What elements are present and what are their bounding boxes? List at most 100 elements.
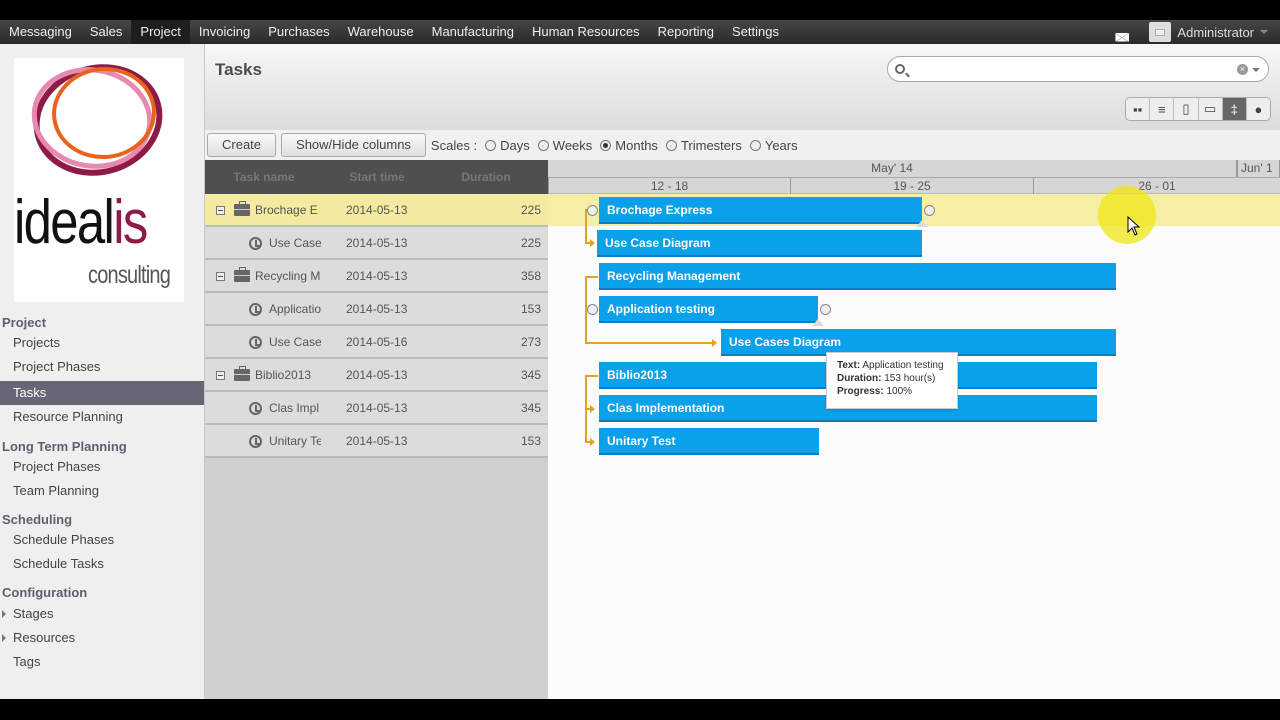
gantt-view-button[interactable]: ‡ — [1222, 98, 1247, 120]
gantt-bar[interactable]: Use Case Diagram — [597, 230, 922, 257]
link-arrow-icon — [590, 239, 595, 247]
collapse-icon[interactable] — [216, 272, 225, 281]
scale-months-radio[interactable]: Months — [600, 138, 658, 153]
dependency-link[interactable] — [585, 409, 594, 443]
mail-icon[interactable] — [1115, 32, 1130, 42]
search-box[interactable]: × — [887, 56, 1269, 82]
menu-settings[interactable]: Settings — [723, 20, 788, 44]
link-start-handle[interactable] — [587, 205, 598, 216]
duration: 153 — [520, 433, 541, 448]
nav-section-configuration: Configuration — [2, 585, 88, 600]
duration: 153 — [520, 301, 541, 316]
list-view-button[interactable]: ≡ — [1150, 98, 1175, 120]
start-time: 2014-05-13 — [346, 400, 408, 415]
progress-drag-handle[interactable] — [812, 319, 824, 326]
radio-icon — [537, 139, 549, 151]
tooltip-text-label: Text: — [837, 360, 861, 371]
gantt-bar[interactable]: Application testing — [599, 296, 818, 323]
main-menu: Messaging Sales Project Invoicing Purcha… — [0, 20, 788, 44]
tooltip-progress-label: Progress: — [837, 386, 884, 397]
menu-project[interactable]: Project — [131, 20, 190, 44]
clock-icon — [249, 435, 262, 448]
clear-search-icon[interactable]: × — [1237, 64, 1248, 75]
link-arrow-icon — [590, 438, 595, 446]
grid-row[interactable]: Use Case 2014-05-16 273 — [205, 326, 548, 359]
column-header-task-name[interactable]: Task name — [205, 170, 323, 184]
nav-projects[interactable]: Projects — [0, 331, 204, 355]
menu-warehouse[interactable]: Warehouse — [339, 20, 423, 44]
task-name: Use Case — [269, 235, 321, 250]
link-end-handle[interactable] — [820, 304, 831, 315]
nav-tags[interactable]: Tags — [0, 650, 204, 674]
grid-row[interactable]: Use Case 2014-05-13 225 — [205, 227, 548, 260]
nav-team-planning[interactable]: Team Planning — [0, 479, 204, 503]
gantt-bar[interactable]: Recycling Management — [599, 263, 1116, 290]
user-menu[interactable]: Administrator — [1177, 25, 1254, 40]
nav-stages[interactable]: Stages — [0, 602, 204, 626]
nav-resource-planning[interactable]: Resource Planning — [0, 405, 204, 429]
nav-ltp-project-phases[interactable]: Project Phases — [0, 455, 204, 479]
graph-view-button[interactable]: ● — [1247, 98, 1270, 120]
nav-tasks[interactable]: Tasks — [0, 381, 204, 405]
menu-messaging[interactable]: Messaging — [0, 20, 81, 44]
gantt-bar[interactable]: Unitary Test — [599, 428, 819, 455]
grid-header: Task name Start time Duration — [205, 160, 548, 194]
expand-arrow-icon[interactable] — [2, 634, 6, 642]
grid-row[interactable]: Biblio2013 2014-05-13 345 — [205, 359, 548, 392]
search-options-chevron-icon[interactable] — [1252, 68, 1260, 72]
link-end-handle[interactable] — [924, 205, 935, 216]
grid-row[interactable]: Clas Impl 2014-05-13 345 — [205, 392, 548, 425]
scale-label: Days — [500, 137, 530, 153]
gantt-bar[interactable]: Brochage Express — [599, 197, 922, 224]
progress-drag-handle[interactable] — [916, 220, 928, 227]
column-header-start-time[interactable]: Start time — [323, 170, 431, 184]
column-header-duration[interactable]: Duration — [431, 170, 541, 184]
collapse-icon[interactable] — [216, 206, 225, 215]
duration: 273 — [520, 334, 541, 349]
avatar-icon[interactable] — [1149, 22, 1172, 42]
logo-text: idealis — [14, 188, 148, 257]
start-time: 2014-05-13 — [346, 235, 408, 250]
scale-years-radio[interactable]: Years — [749, 138, 798, 153]
grid-row[interactable]: Unitary Te 2014-05-13 153 — [205, 425, 548, 458]
form-view-button[interactable]: ▯ — [1174, 98, 1199, 120]
scale-trimesters-radio[interactable]: Trimesters — [665, 138, 742, 153]
show-hide-columns-button[interactable]: Show/Hide columns — [281, 133, 426, 157]
task-name: Recycling M — [255, 268, 321, 283]
scale-days-radio[interactable]: Days — [485, 138, 530, 153]
scales-label: Scales : — [430, 137, 478, 153]
task-grid: Task name Start time Duration Brochage E… — [205, 160, 548, 699]
grid-row[interactable]: Applicatio 2014-05-13 153 — [205, 293, 548, 326]
expand-arrow-icon[interactable] — [2, 610, 6, 618]
menu-invoicing[interactable]: Invoicing — [190, 20, 259, 44]
calendar-view-button[interactable]: ▭ — [1199, 98, 1223, 120]
tooltip-duration-value: 153 hour(s) — [884, 373, 936, 384]
nav-schedule-phases[interactable]: Schedule Phases — [0, 528, 204, 552]
page-title: Tasks — [215, 60, 262, 79]
grid-row[interactable]: Brochage E 2014-05-13 225 — [205, 194, 548, 227]
chevron-down-icon[interactable] — [1260, 30, 1268, 34]
menu-reporting[interactable]: Reporting — [649, 20, 723, 44]
scale-weeks-radio[interactable]: Weeks — [537, 138, 592, 153]
kanban-view-button[interactable]: ▪▪ — [1126, 98, 1151, 120]
nav-stages-label: Stages — [13, 606, 54, 621]
search-input[interactable] — [912, 60, 1232, 78]
start-time: 2014-05-13 — [346, 433, 408, 448]
collapse-icon[interactable] — [216, 371, 225, 380]
menu-purchases[interactable]: Purchases — [259, 20, 338, 44]
nav-project-phases[interactable]: Project Phases — [0, 355, 204, 379]
pie-chart-icon: ● — [1254, 101, 1263, 117]
tooltip-text-value: Application testing — [862, 360, 944, 371]
scale-label: Months — [615, 137, 658, 153]
menu-manufacturing[interactable]: Manufacturing — [423, 20, 523, 44]
dependency-link[interactable] — [585, 375, 598, 410]
nav-schedule-tasks[interactable]: Schedule Tasks — [0, 552, 204, 576]
create-button[interactable]: Create — [207, 133, 277, 157]
menu-sales[interactable]: Sales — [81, 20, 132, 44]
nav-resources[interactable]: Resources — [0, 626, 204, 650]
company-logo: idealis consulting — [14, 58, 184, 302]
link-start-handle[interactable] — [587, 304, 598, 315]
grid-row[interactable]: Recycling M 2014-05-13 358 — [205, 260, 548, 293]
menu-human-resources[interactable]: Human Resources — [523, 20, 649, 44]
task-name: Unitary Te — [269, 433, 321, 448]
